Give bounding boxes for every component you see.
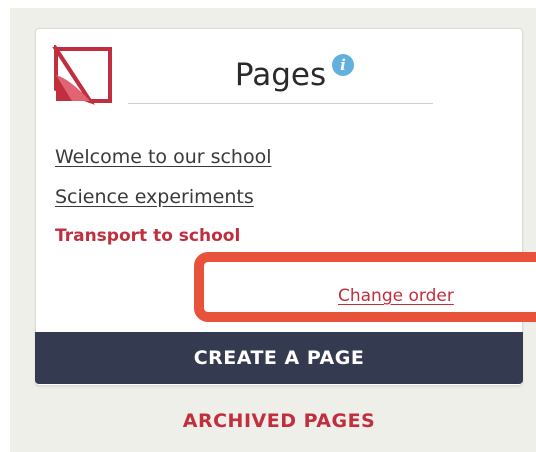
archived-pages-link[interactable]: ARCHIVED PAGES — [35, 410, 523, 432]
create-page-button[interactable]: CREATE A PAGE — [35, 332, 523, 384]
info-icon[interactable]: i — [332, 54, 354, 76]
page-link-science[interactable]: Science experiments — [55, 186, 254, 208]
page-link-welcome[interactable]: Welcome to our school — [55, 146, 272, 168]
current-page-transport[interactable]: Transport to school — [55, 226, 240, 246]
pages-logo-icon — [52, 45, 112, 105]
change-order-link[interactable]: Change order — [338, 286, 454, 306]
pages-title: Pages — [128, 47, 433, 104]
